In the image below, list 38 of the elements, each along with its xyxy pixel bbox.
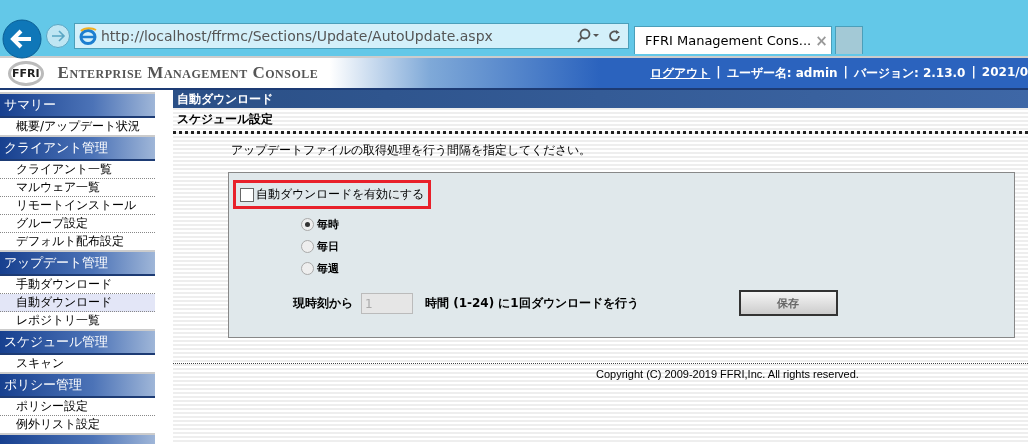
separator: | (843, 64, 848, 81)
logout-link[interactable]: ログアウト (650, 64, 711, 82)
sidebar-section-header: アップデート管理 (0, 250, 155, 276)
sidebar-section-header: ポリシー管理 (0, 372, 155, 398)
sidebar-item[interactable]: スキャン (0, 355, 155, 372)
logo: FFRI (8, 60, 44, 86)
interval-prefix: 現時刻から (293, 294, 353, 312)
header-info: ユーザー名: admin (726, 64, 838, 82)
header-info: バージョン: 2.13.0 (853, 64, 966, 82)
sidebar-item[interactable]: レポジトリ一覧 (0, 312, 155, 329)
sidebar-item[interactable]: 例外リスト設定 (0, 416, 155, 433)
browser-tab[interactable]: FFRI Management Cons... × (634, 26, 832, 54)
sidebar-item[interactable]: マルウェア一覧 (0, 179, 155, 197)
sidebar-section-header: スケジュール管理 (0, 329, 155, 355)
sidebar-section-header: サマリー (0, 92, 155, 118)
section-title: スケジュール設定 (176, 111, 274, 127)
copyright-text: Copyright (C) 2009-2019 FFRI,Inc. All rights reserved. (595, 367, 860, 380)
sidebar-item[interactable]: 自動ダウンロード (0, 294, 155, 312)
header-info: 2021/0 (981, 64, 1028, 81)
refresh-icon[interactable] (608, 29, 622, 43)
sidebar-item[interactable]: クライアント一覧 (0, 161, 155, 179)
separator: | (716, 64, 721, 81)
page-title: 自動ダウンロード (173, 90, 1028, 108)
interval-suffix: 時間 (1-24) に1回ダウンロードを行う (425, 294, 639, 312)
app-title: Enterprise Management Console (57, 63, 319, 83)
sidebar-item[interactable]: ポリシー設定 (0, 398, 155, 416)
sidebar-item[interactable]: 概要/アップデート状況 (0, 118, 155, 135)
separator: | (971, 64, 976, 81)
enable-checkbox[interactable]: 自動ダウンロードを有効にする (240, 186, 424, 203)
address-bar[interactable]: http://localhost/ffrmc/Sections/Update/AutoUpdate.aspx (74, 23, 629, 49)
browser-logo-icon (79, 27, 97, 45)
sidebar-item[interactable]: グループ設定 (0, 215, 155, 233)
back-button[interactable] (2, 19, 42, 59)
url-text: http://localhost/ffrmc/Sections/Update/AutoUpdate.aspx (101, 28, 494, 44)
sidebar-section-header: クライアント管理 (0, 135, 155, 161)
instruction-text: アップデートファイルの取得処理を行う間隔を指定してください。 (230, 142, 592, 159)
sidebar-item[interactable]: デフォルト配布設定 (0, 233, 155, 250)
sidebar-item[interactable]: リモートインストール (0, 197, 155, 215)
